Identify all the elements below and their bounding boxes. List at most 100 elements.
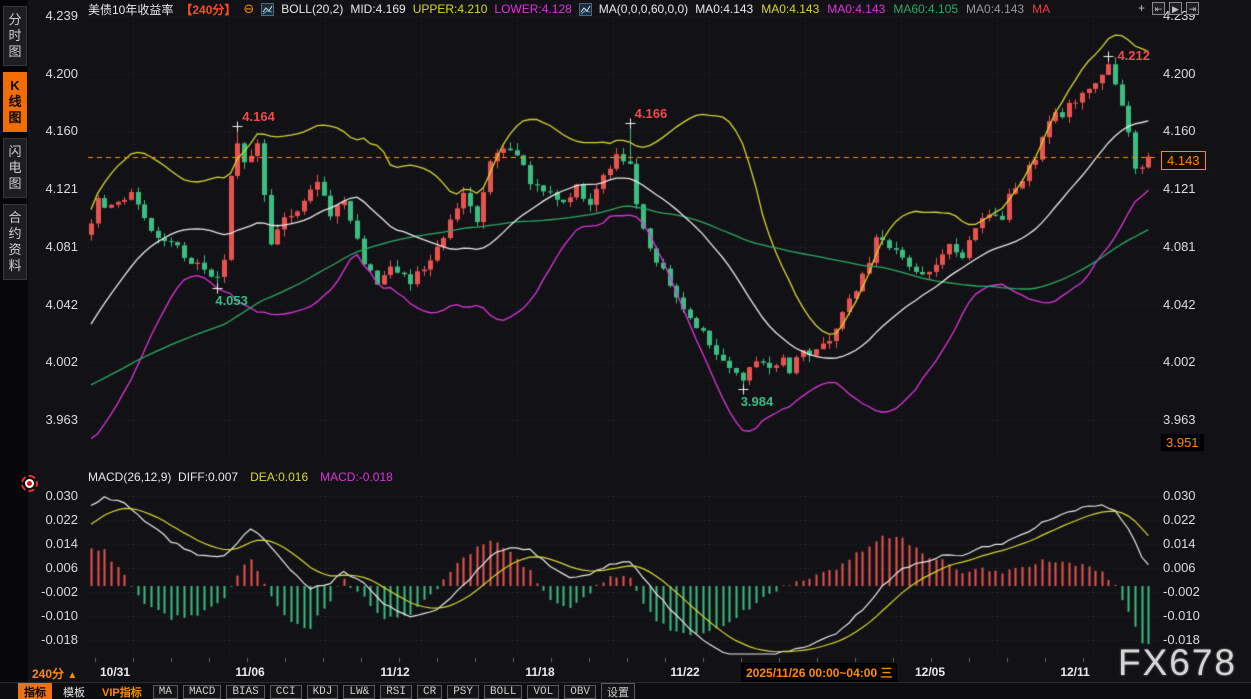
toolbar-item-模板[interactable]: 模板 (57, 683, 91, 699)
annotation-3.984: 3.984 (741, 394, 774, 409)
chart-header: 美债10年收益率 【240分】 ⊖ BOLL(20,2) MID:4.169 U… (88, 0, 1050, 18)
toolbar-item-BOLL[interactable]: BOLL (484, 685, 522, 699)
date-label: 10/31 (85, 665, 145, 679)
boll-label: BOLL(20,2) (281, 2, 343, 16)
collapse-icon[interactable]: ⊖ (243, 1, 254, 17)
sidebar-item-3[interactable]: 合 约 资 料 (3, 204, 27, 280)
ma-values: MA0:4.143 MA0:4.143 MA0:4.143 MA60:4.105 MA0… (695, 2, 1050, 16)
indicator-toolbar: 指标模板 VIP指标 MA MACD BIAS CCI KDJ LW&RSI CR PSY BOLL… (0, 682, 1251, 699)
macd-axis-left-label: 0.014 (30, 536, 78, 551)
toolbar-item-CCI[interactable]: CCI (270, 685, 302, 699)
ma-label: MA(0,0,0,60,0,0) (599, 2, 688, 16)
left-sidebar: 分 时 图 K 线 图闪 电 图合 约 资 料 (0, 0, 28, 699)
ma-value: MA0:4.143 (827, 2, 885, 16)
date-label: 11/12 (365, 665, 425, 679)
macd-macd-value: MACD:-0.018 (320, 470, 393, 484)
toolbar-item-PSY[interactable]: PSY (447, 685, 479, 699)
macd-axis-left-label: 0.022 (30, 512, 78, 527)
price-axis-left-label: 4.081 (30, 239, 78, 254)
macd-axis-right-label: 0.022 (1163, 512, 1196, 527)
macd-axis-right-label: 0.006 (1163, 560, 1196, 575)
date-label: 11/22 (655, 665, 715, 679)
toolbar-items: 指标模板 VIP指标 MA MACD BIAS CCI KDJ LW&RSI CR PSY BOLL… (18, 683, 635, 699)
ma-value: MA0:4.143 (695, 2, 753, 16)
annotation-4.212: 4.212 (1117, 48, 1150, 63)
macd-axis-left-label: -0.010 (30, 608, 78, 623)
macd-axis-right-label: -0.010 (1163, 608, 1200, 623)
ma-value: MA (1032, 2, 1050, 16)
low-price-tag: 3.951 (1161, 434, 1204, 451)
price-axis-left-label: 4.200 (30, 66, 78, 81)
alert-sun-icon (21, 475, 38, 492)
macd-axis-left-label: 0.006 (30, 560, 78, 575)
toolbar-item-BIAS[interactable]: BIAS (226, 685, 264, 699)
boll-chart-icon (261, 3, 274, 16)
date-label: 11/18 (510, 665, 570, 679)
macd-header: MACD(26,12,9) DIFF:0.007 DEA:0.016 MACD:… (88, 470, 393, 484)
step-forward-icon[interactable]: ▶ (1169, 2, 1182, 15)
price-axis-right-label: 4.160 (1163, 123, 1196, 138)
price-axis-left-label: 4.121 (30, 181, 78, 196)
triangle-up-icon: ▲ (67, 670, 77, 681)
macd-axis-right-label: -0.002 (1163, 584, 1200, 599)
pan-right-icon[interactable]: ⇥ (1186, 2, 1199, 15)
sun-dot (27, 481, 32, 486)
macd-label: MACD(26,12,9) DIFF:0.007 (88, 470, 238, 484)
ma-chart-icon (579, 3, 592, 16)
toolbar-item-设置[interactable]: 设置 (601, 683, 635, 699)
instrument-title: 美债10年收益率 (88, 1, 173, 18)
price-axis-right-label: 4.200 (1163, 66, 1196, 81)
price-axis-left-label: 4.239 (30, 8, 78, 23)
ma-value: MA0:4.143 (761, 2, 819, 16)
macd-dea-value: DEA:0.016 (250, 470, 308, 484)
trading-app-window: 4.2394.2394.2004.2004.1604.1604.1214.121… (0, 0, 1251, 699)
price-axis-right-label: 4.042 (1163, 297, 1196, 312)
price-axis-right-label: 4.002 (1163, 354, 1196, 369)
bottom-timeframe[interactable]: 240分 ▲ (32, 665, 77, 682)
toolbar-item-KDJ[interactable]: KDJ (307, 685, 339, 699)
date-label: 12/11 (1045, 665, 1105, 679)
watermark-logo: FX678 (1118, 642, 1237, 684)
timeframe-tag: 【240分】 (180, 1, 236, 18)
pan-left-icon[interactable]: ⇤ (1152, 2, 1165, 15)
date-highlight-label: 2025/11/26 00:00~04:00 三 (741, 663, 897, 682)
toolbar-item-RSI[interactable]: RSI (380, 685, 412, 699)
price-axis-right-label: 4.081 (1163, 239, 1196, 254)
macd-axis-right-label: 0.014 (1163, 536, 1196, 551)
price-axis-left-label: 4.002 (30, 354, 78, 369)
toolbar-item-MACD[interactable]: MACD (183, 685, 221, 699)
date-label: 12/05 (900, 665, 960, 679)
sidebar-item-2[interactable]: 闪 电 图 (3, 138, 27, 198)
labels-layer: 4.2394.2394.2004.2004.1604.1604.1214.121… (0, 0, 1251, 699)
chart-toolbar-icons: + ⇤ ▶ ⇥ (1135, 2, 1199, 15)
toolbar-item-OBV[interactable]: OBV (564, 685, 596, 699)
toolbar-item-指标[interactable]: 指标 (18, 683, 52, 699)
date-label: 11/06 (220, 665, 280, 679)
toolbar-item-LW&[interactable]: LW& (343, 685, 375, 699)
macd-axis-left-label: -0.002 (30, 584, 78, 599)
macd-diff-value: DIFF:0.007 (178, 470, 238, 484)
sidebar-item-0[interactable]: 分 时 图 (3, 6, 27, 66)
price-axis-left-label: 4.160 (30, 123, 78, 138)
price-axis-left-label: 3.963 (30, 412, 78, 427)
toolbar-item-CR[interactable]: CR (417, 685, 442, 699)
annotation-4.166: 4.166 (635, 106, 668, 121)
price-axis-left-label: 4.042 (30, 297, 78, 312)
boll-lower-value: LOWER:4.128 (494, 2, 571, 16)
last-price-tag: 4.143 (1161, 151, 1206, 170)
price-axis-right-label: 4.121 (1163, 181, 1196, 196)
toolbar-item-VOL[interactable]: VOL (527, 685, 559, 699)
annotation-4.164: 4.164 (242, 109, 275, 124)
macd-axis-left-label: -0.018 (30, 632, 78, 647)
boll-mid-value: MID:4.169 (350, 2, 405, 16)
macd-axis-right-label: 0.030 (1163, 488, 1196, 503)
price-axis-right-label: 3.963 (1163, 412, 1196, 427)
toolbar-item-VIP指标[interactable]: VIP指标 (96, 683, 148, 699)
sidebar-item-1[interactable]: K 线 图 (3, 72, 27, 132)
annotation-4.053: 4.053 (215, 293, 248, 308)
ma-value: MA60:4.105 (893, 2, 958, 16)
ma-value: MA0:4.143 (966, 2, 1024, 16)
crosshair-icon[interactable]: + (1135, 2, 1148, 15)
toolbar-item-MA[interactable]: MA (153, 685, 178, 699)
boll-upper-value: UPPER:4.210 (413, 2, 488, 16)
